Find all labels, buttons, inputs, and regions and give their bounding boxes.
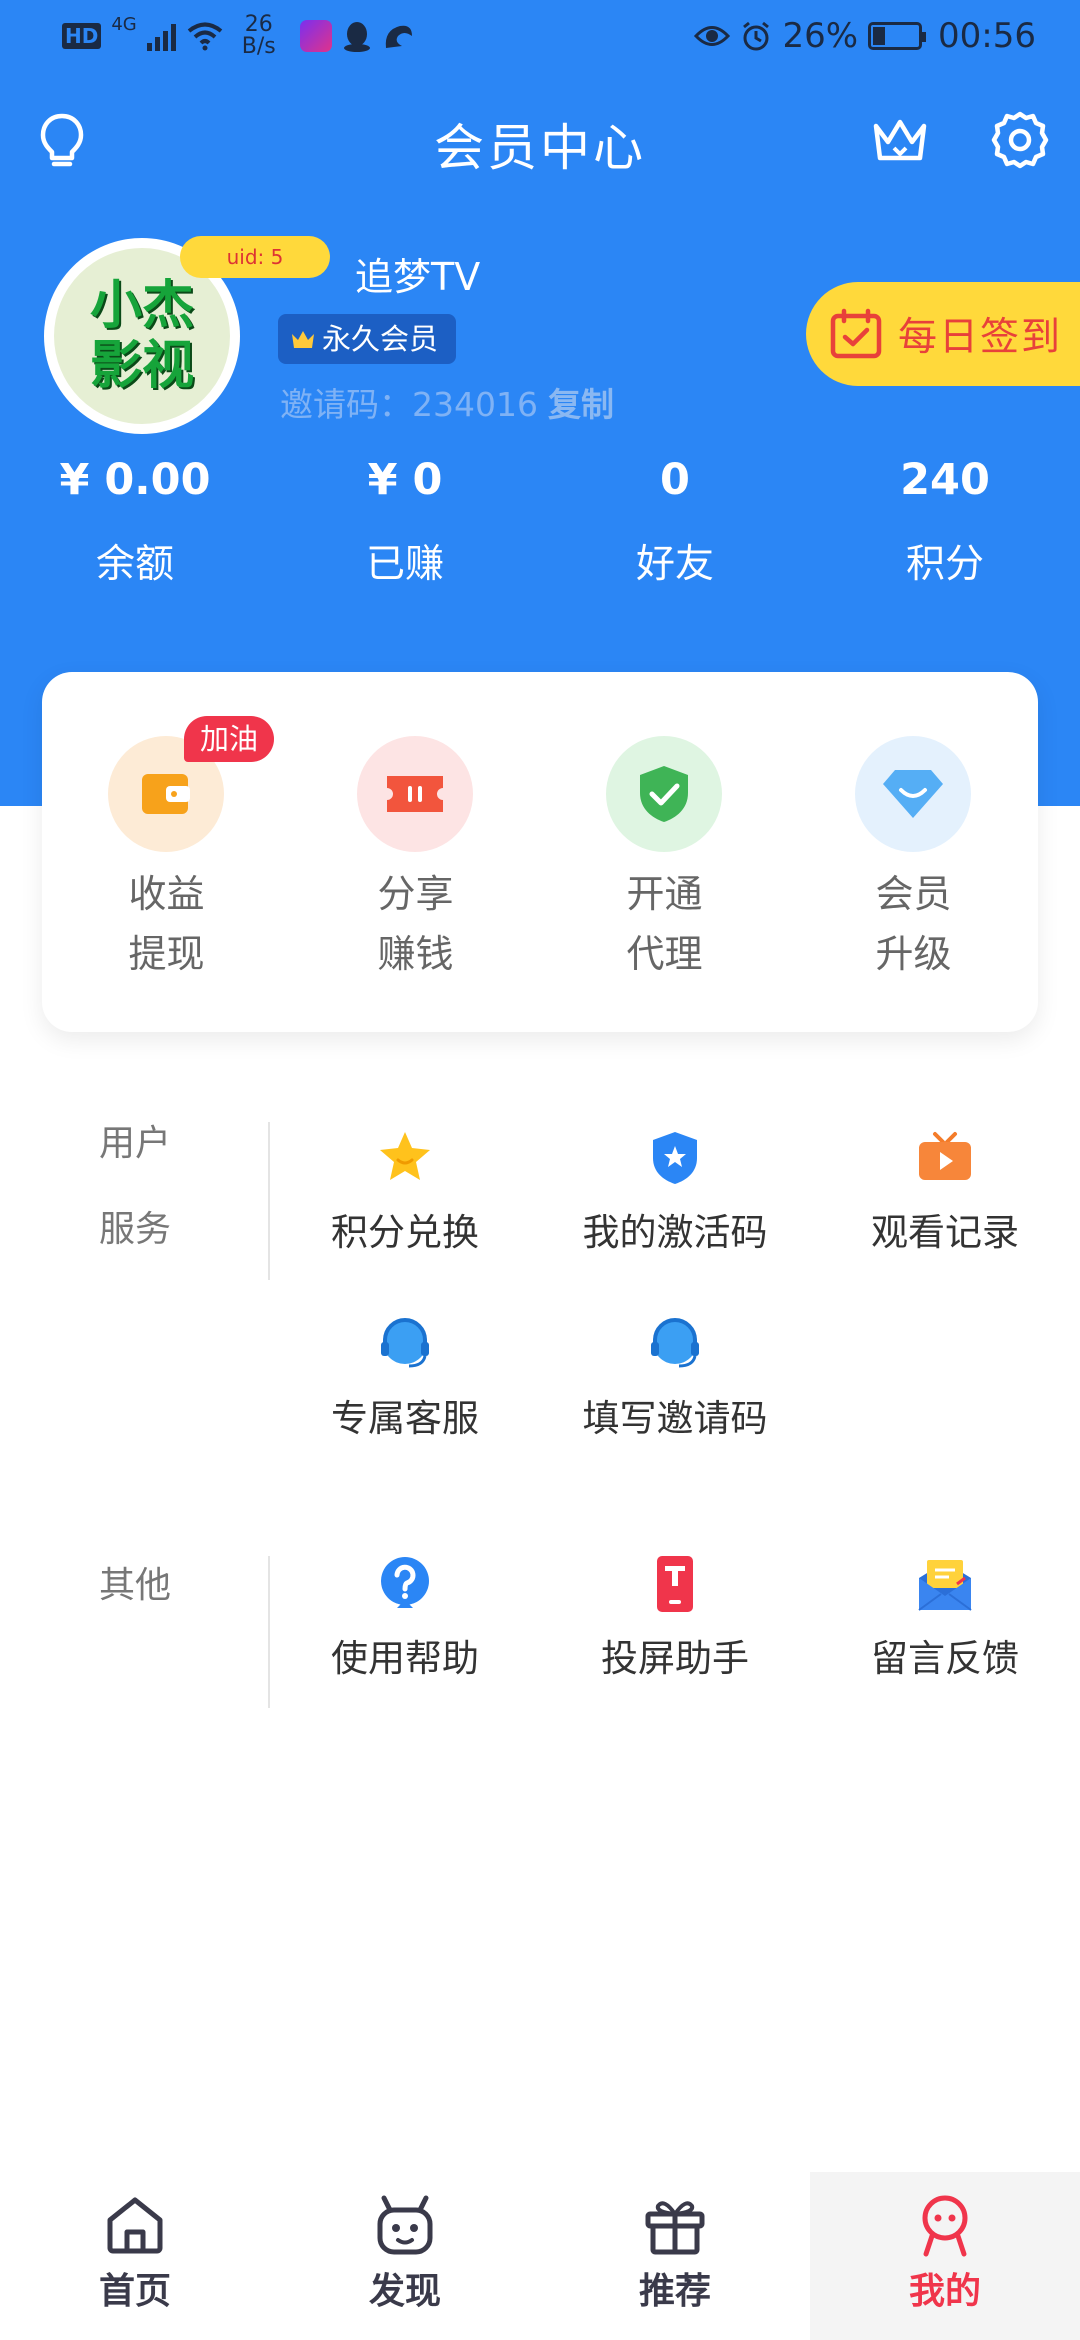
help-guide[interactable]: 使用帮助 bbox=[270, 1554, 540, 1682]
card-label-top: 分享 bbox=[377, 872, 454, 916]
cast-device-icon bbox=[657, 1556, 693, 1612]
boost-badge: 加油 bbox=[184, 716, 275, 762]
quick-actions-card: 加油 收益提现 分享赚钱 开通代理 会员升级 bbox=[42, 672, 1038, 1032]
signal-icon bbox=[146, 21, 176, 51]
vip-label: 永久会员 bbox=[322, 322, 439, 356]
shield-icon-bg bbox=[606, 736, 722, 852]
video-app-icon bbox=[299, 20, 332, 52]
qq-icon bbox=[343, 22, 370, 52]
avatar-text-bottom: 影视 bbox=[89, 335, 194, 396]
alarm-icon bbox=[743, 21, 770, 51]
user-services-section: 用户 服务 积分兑换 我的激活码 观看记录 专属客服 填写邀请码 bbox=[0, 1118, 1080, 1440]
status-bar: HD 4G 26 B/s 26% 00:56 bbox=[0, 0, 1080, 75]
ticket-icon-bg bbox=[357, 736, 473, 852]
badge-star-icon bbox=[653, 1132, 697, 1184]
avatar-text-top: 小杰 bbox=[89, 275, 194, 336]
cast-helper[interactable]: 投屏助手 bbox=[540, 1554, 810, 1682]
stat-balance[interactable]: ¥ 0.00 余额 bbox=[0, 455, 270, 589]
vip-badge: 永久会员 bbox=[278, 314, 457, 364]
tab-home[interactable]: 首页 bbox=[0, 2172, 270, 2340]
daily-signin-button[interactable]: 每日签到 bbox=[806, 282, 1080, 386]
section-title-others: 其他 bbox=[98, 1565, 171, 1606]
home-icon bbox=[107, 2197, 163, 2254]
card-label-bottom: 代理 bbox=[626, 932, 703, 976]
top-nav: 会员中心 bbox=[0, 100, 1080, 180]
tv-play-icon bbox=[919, 1132, 971, 1180]
mail-feedback-icon bbox=[918, 1560, 972, 1611]
share-earn[interactable]: 分享 赚钱 bbox=[291, 672, 540, 1032]
battery-percent: 26% bbox=[782, 16, 859, 56]
eye-icon bbox=[694, 26, 731, 46]
help-icon bbox=[381, 1557, 429, 1608]
wifi-icon bbox=[187, 22, 223, 51]
section-title-user-services: 用户 服务 bbox=[98, 1123, 171, 1250]
invite-code-text: 邀请码：234016 bbox=[280, 385, 538, 424]
settings-icon[interactable] bbox=[988, 108, 1052, 172]
stats-row: ¥ 0.00 余额 ¥ 0 已赚 0 好友 240 积分 bbox=[0, 455, 1080, 589]
headset-icon bbox=[651, 1318, 699, 1368]
card-label-bottom: 赚钱 bbox=[377, 932, 454, 976]
wallet-icon bbox=[142, 774, 190, 814]
uid-tag: uid: 5 bbox=[180, 236, 330, 278]
shield-check-icon bbox=[640, 766, 688, 822]
crown-small-icon bbox=[292, 331, 314, 348]
network-type: 4G bbox=[111, 14, 137, 35]
crown-icon[interactable] bbox=[868, 108, 932, 172]
stat-friends[interactable]: 0 好友 bbox=[540, 455, 810, 589]
ticket-icon bbox=[387, 776, 443, 812]
withdraw-earnings[interactable]: 加油 收益提现 bbox=[42, 672, 291, 1032]
tab-mine[interactable]: 我的 bbox=[810, 2172, 1080, 2340]
clock: 00:56 bbox=[938, 16, 1036, 56]
calendar-check-icon bbox=[830, 308, 882, 359]
copy-invite-button[interactable]: 复制 bbox=[548, 385, 614, 424]
battery-icon bbox=[868, 22, 927, 50]
card-label-bottom: 提现 bbox=[128, 932, 205, 976]
bottom-tab-bar: 首页 发现 推荐 我的 bbox=[0, 2172, 1080, 2340]
hd-indicator: HD bbox=[62, 23, 102, 49]
signin-label: 每日签到 bbox=[898, 315, 1063, 360]
my-activation-codes[interactable]: 我的激活码 bbox=[540, 1128, 810, 1256]
card-label-bottom: 升级 bbox=[875, 932, 952, 976]
diamond-icon bbox=[883, 770, 943, 818]
open-agent[interactable]: 开通 代理 bbox=[540, 672, 789, 1032]
card-label-top: 会员 bbox=[875, 872, 952, 916]
stat-earned[interactable]: ¥ 0 已赚 bbox=[270, 455, 540, 589]
profile-face-icon bbox=[922, 2195, 968, 2257]
others-section: 其他 使用帮助 投屏助手 留言反馈 bbox=[0, 1554, 1080, 1714]
star-icon bbox=[380, 1132, 430, 1180]
uc-browser-icon bbox=[385, 25, 412, 48]
discover-robot-icon bbox=[377, 2195, 433, 2255]
net-speed: 26 B/s bbox=[241, 12, 276, 59]
card-label-top: 开通 bbox=[626, 872, 703, 916]
card-label-top: 收益 bbox=[128, 872, 205, 916]
points-exchange[interactable]: 积分兑换 bbox=[270, 1128, 540, 1256]
enter-invite-code[interactable]: 填写邀请码 bbox=[540, 1314, 810, 1442]
leave-feedback[interactable]: 留言反馈 bbox=[810, 1554, 1080, 1682]
headset-icon bbox=[381, 1318, 429, 1368]
stat-points[interactable]: 240 积分 bbox=[810, 455, 1080, 589]
invite-code: 邀请码：234016 复制 bbox=[280, 378, 614, 426]
username: 追梦TV bbox=[355, 255, 481, 299]
tab-recommend[interactable]: 推荐 bbox=[540, 2172, 810, 2340]
exclusive-support[interactable]: 专属客服 bbox=[270, 1314, 540, 1442]
upgrade-membership[interactable]: 会员 升级 bbox=[789, 672, 1038, 1032]
diamond-icon-bg bbox=[855, 736, 971, 852]
gift-icon bbox=[645, 2201, 705, 2255]
tab-discover[interactable]: 发现 bbox=[270, 2172, 540, 2340]
watch-history[interactable]: 观看记录 bbox=[810, 1128, 1080, 1256]
